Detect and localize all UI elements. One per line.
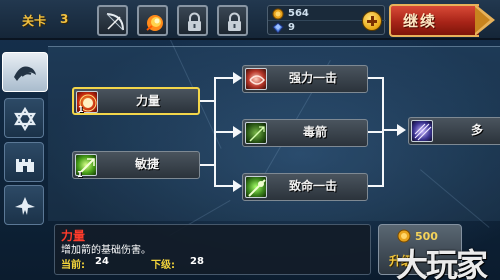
continue-label: 继续: [403, 12, 438, 30]
skill-node-critical-strike[interactable]: 致命一击: [242, 173, 368, 201]
next-level-label: 下级:: [151, 260, 175, 271]
bow-icon: [106, 13, 124, 31]
skill-node-strong-strike[interactable]: 强力一击: [242, 65, 368, 93]
level-label: 关卡: [22, 14, 47, 28]
watermark-logo: 大玩家: [396, 246, 488, 280]
fireball-icon: [146, 15, 163, 31]
skill-node-multi-arrow[interactable]: 多: [408, 117, 500, 145]
skill-node-poison-arrow[interactable]: 毒箭: [242, 119, 368, 147]
tree-arrow: [233, 180, 242, 192]
tree-connector: [214, 77, 234, 79]
lock-icon: [228, 12, 241, 31]
current-level-value: 24: [95, 256, 109, 267]
tree-connector: [382, 129, 398, 131]
skill-name: 力量: [136, 94, 161, 108]
tab-castle[interactable]: [4, 142, 44, 182]
level-number: 3: [60, 12, 69, 26]
gem-amount: 9: [288, 22, 295, 33]
equipment-slot-fireball[interactable]: [137, 5, 168, 36]
tree-arrow: [233, 72, 242, 84]
top-bar: 关卡 3 564 9 继续: [0, 0, 500, 40]
skill-rank: 1: [78, 105, 84, 114]
skill-name: 毒箭: [303, 125, 328, 139]
skill-name: 多: [471, 123, 484, 137]
skill-node-power[interactable]: 1 力量: [72, 87, 200, 115]
tree-connector: [214, 185, 234, 187]
gem-icon: [272, 22, 284, 34]
skill-name: 敏捷: [135, 157, 160, 171]
tab-eagle[interactable]: [4, 185, 44, 225]
multi-arrow-icon: [411, 120, 433, 142]
tree-connector: [382, 77, 384, 187]
tree-connector: [200, 164, 214, 166]
game-screen: 关卡 3 564 9 继续 1 力量 1 敏捷 强力一击 毒箭 致命一击 多 力…: [0, 0, 500, 280]
gold-amount: 564: [288, 8, 309, 19]
tree-arrow: [397, 124, 406, 136]
eagle-icon: [15, 197, 35, 215]
tree-connector: [368, 131, 382, 133]
current-level-label: 当前:: [61, 260, 85, 271]
tree-connector: [214, 131, 234, 133]
skill-tree-panel: 1 力量 1 敏捷 强力一击 毒箭 致命一击 多: [48, 46, 500, 221]
gold-coin-icon: [272, 8, 284, 20]
poison-arrow-icon: [245, 122, 267, 144]
bird-icon: [14, 66, 36, 81]
next-level-value: 28: [190, 256, 204, 267]
strong-strike-icon: [245, 68, 267, 90]
critical-strike-icon: [245, 176, 267, 198]
tree-connector: [368, 185, 382, 187]
skill-name: 强力一击: [289, 71, 338, 85]
equipment-slot-locked[interactable]: [177, 5, 208, 36]
continue-arrow-inner: [475, 7, 490, 33]
equipment-slot-locked[interactable]: [217, 5, 248, 36]
tree-connector: [200, 100, 214, 102]
skill-info-panel: 力量 增加箭的基础伤害。 当前: 24 下级: 28: [54, 224, 371, 275]
equipment-slot-bow[interactable]: [97, 5, 128, 36]
castle-icon: [16, 159, 34, 172]
skill-rank: 1: [77, 170, 83, 179]
skill-name: 致命一击: [289, 179, 338, 193]
continue-button[interactable]: 继续: [389, 4, 497, 37]
star-of-david-icon: [14, 107, 36, 131]
skill-node-agility[interactable]: 1 敏捷: [72, 151, 200, 179]
tree-arrow: [233, 126, 242, 138]
add-currency-button[interactable]: [362, 11, 382, 31]
lock-icon: [188, 12, 201, 31]
tab-star[interactable]: [4, 98, 44, 138]
skill-info-description: 增加箭的基础伤害。: [61, 245, 151, 256]
tab-bird[interactable]: [2, 52, 48, 92]
tree-connector: [368, 77, 382, 79]
